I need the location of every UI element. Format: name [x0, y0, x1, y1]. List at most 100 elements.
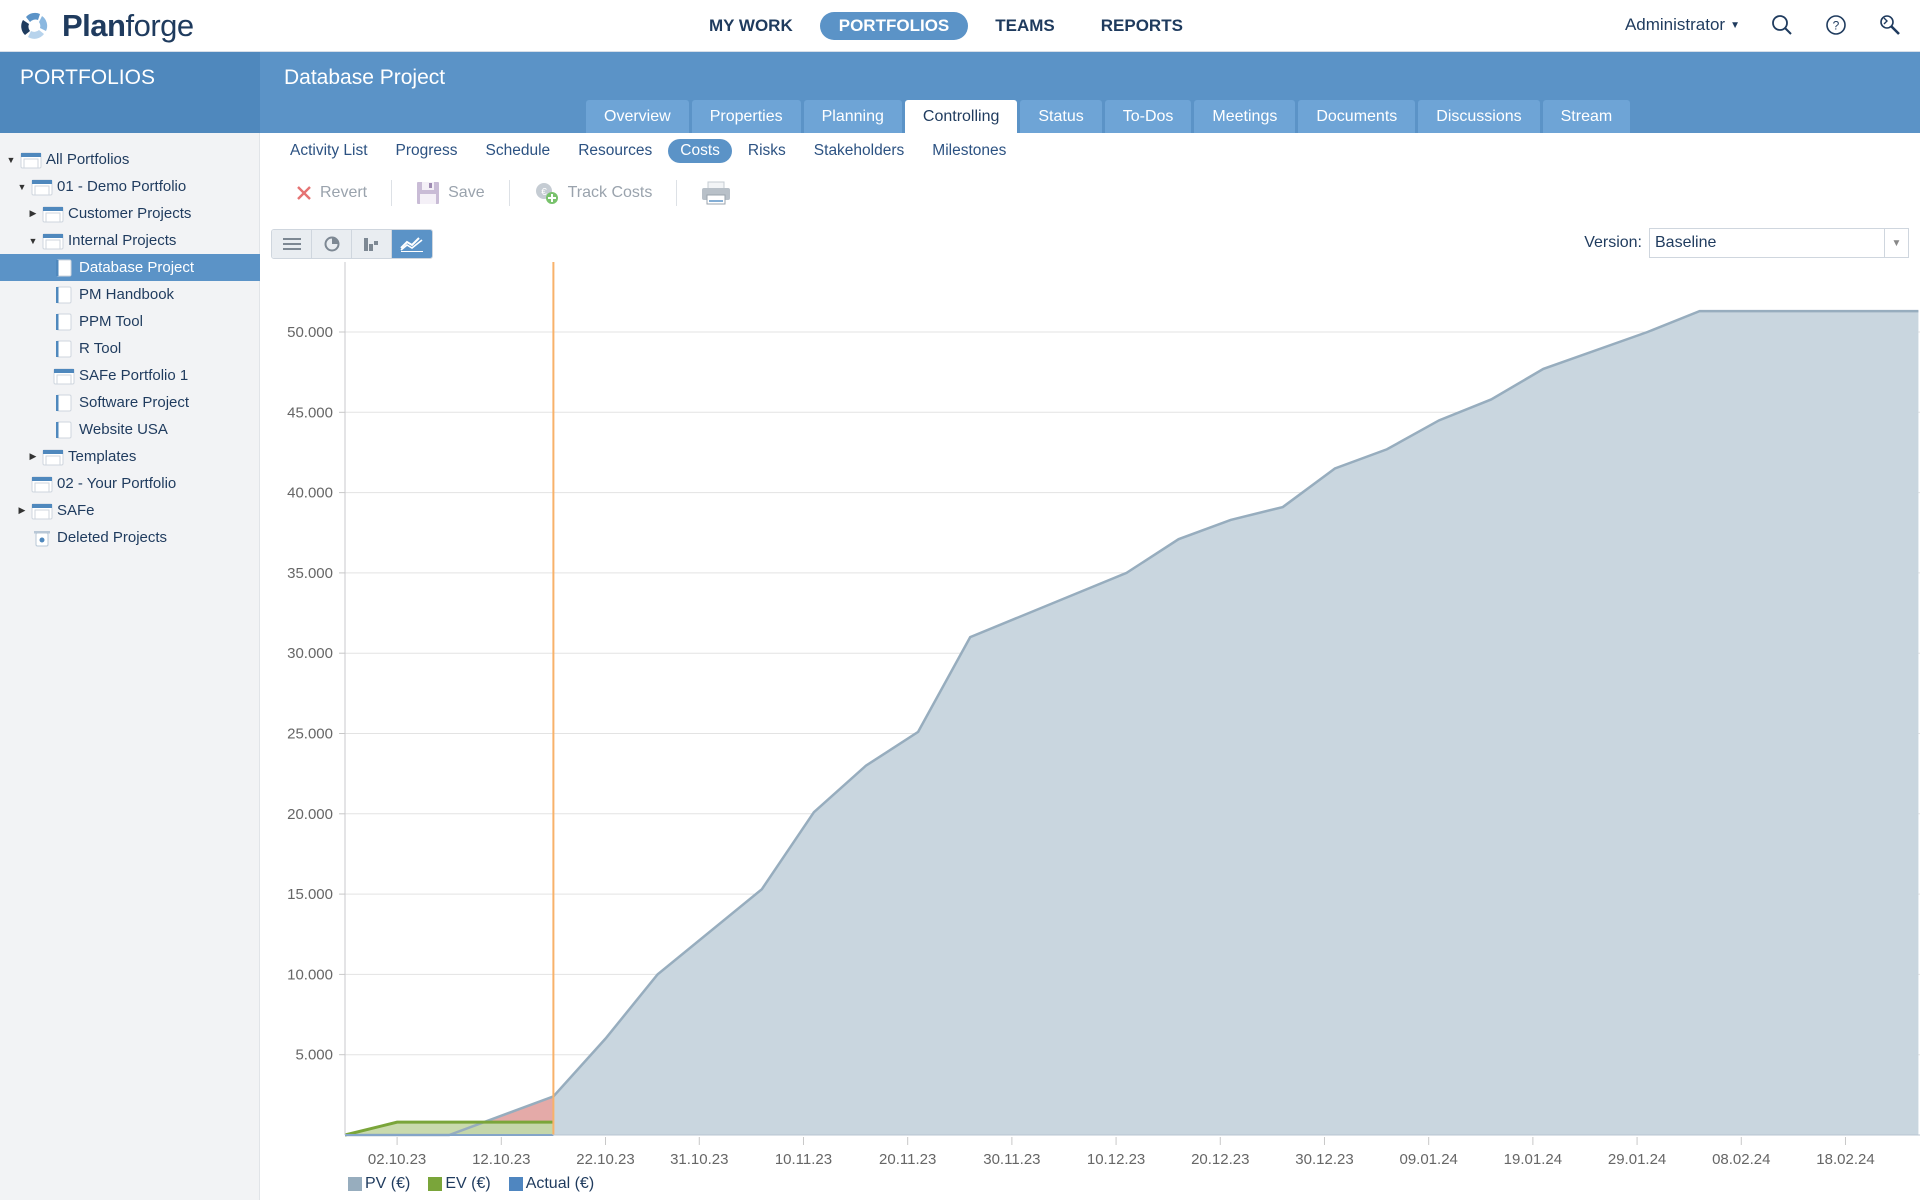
planforge-logo-icon	[21, 12, 48, 39]
tree-item[interactable]: ▶ SAFe	[0, 497, 260, 524]
x-tick-label: 19.01.24	[1504, 1151, 1562, 1168]
portfolio-icon	[53, 368, 75, 384]
version-value: Baseline	[1655, 234, 1717, 251]
nav-teams[interactable]: TEAMS	[976, 12, 1074, 40]
tree-item[interactable]: Database Project	[0, 254, 260, 281]
tree-item-label: Customer Projects	[68, 205, 192, 222]
tree-item[interactable]: Website USA	[0, 416, 260, 443]
x-tick-label: 29.01.24	[1608, 1151, 1666, 1168]
user-menu[interactable]: Administrator ▼	[1625, 15, 1740, 35]
x-tick-label: 30.12.23	[1295, 1151, 1353, 1168]
collapsed-icon[interactable]: ▶	[17, 505, 27, 516]
controlling-subtabs: Activity List Progress Schedule Resources Co…	[278, 139, 1018, 163]
nav-portfolios[interactable]: PORTFOLIOS	[819, 12, 969, 40]
subtab-schedule[interactable]: Schedule	[474, 139, 563, 163]
list-view-button[interactable]	[272, 230, 312, 258]
caret-down-icon: ▼	[1730, 20, 1740, 32]
project-icon	[56, 340, 72, 357]
tree-item-label: Website USA	[79, 421, 168, 438]
save-label: Save	[448, 184, 485, 201]
x-tick-label: 09.01.24	[1399, 1151, 1457, 1168]
tab-stream[interactable]: Stream	[1542, 100, 1631, 133]
tree-item[interactable]: Software Project	[0, 389, 260, 416]
tree-item[interactable]: ▼ 01 - Demo Portfolio	[0, 173, 260, 200]
pv-area	[345, 311, 1919, 1135]
tab-controlling[interactable]: Controlling	[904, 100, 1018, 133]
project-icon	[56, 286, 72, 303]
tab-properties[interactable]: Properties	[691, 100, 801, 133]
tree-item[interactable]: PPM Tool	[0, 308, 260, 335]
subtab-stakeholders[interactable]: Stakeholders	[802, 139, 916, 163]
tab-planning[interactable]: Planning	[803, 100, 902, 133]
portfolio-icon	[42, 449, 64, 465]
tab-meetings[interactable]: Meetings	[1194, 100, 1296, 133]
tree-item-label: SAFe	[57, 502, 95, 519]
toolbar-divider	[391, 180, 393, 206]
collapsed-icon[interactable]: ▶	[28, 208, 38, 219]
portfolio-icon	[42, 233, 64, 249]
wrench-search-icon[interactable]	[1878, 13, 1902, 37]
tree-item-label: Internal Projects	[68, 232, 177, 249]
version-select[interactable]: Baseline ▼	[1649, 228, 1909, 258]
nav-my-work[interactable]: MY WORK	[690, 12, 812, 40]
expanded-icon[interactable]: ▼	[28, 236, 38, 246]
pie-view-button[interactable]	[312, 230, 352, 258]
track-costs-button[interactable]: € Track Costs	[522, 181, 665, 205]
subtab-progress[interactable]: Progress	[384, 139, 470, 163]
subtab-activity-list[interactable]: Activity List	[278, 139, 380, 163]
portfolio-icon	[20, 152, 42, 168]
nav-reports[interactable]: REPORTS	[1082, 12, 1202, 40]
tab-status[interactable]: Status	[1020, 100, 1102, 133]
tree-item[interactable]: ▶ Templates	[0, 443, 260, 470]
project-header: Database Project Overview Properties Plann…	[260, 52, 1920, 133]
save-button[interactable]: Save	[404, 181, 496, 205]
project-icon	[56, 313, 72, 330]
save-icon	[417, 182, 440, 204]
legend-item[interactable]: EV (€)	[428, 1175, 491, 1193]
tab-overview[interactable]: Overview	[586, 100, 689, 133]
x-tick-label: 30.11.23	[983, 1151, 1040, 1168]
legend-item[interactable]: PV (€)	[348, 1175, 410, 1193]
expanded-icon[interactable]: ▼	[17, 182, 27, 192]
tree-item[interactable]: PM Handbook	[0, 281, 260, 308]
x-tick-label: 02.10.23	[368, 1151, 426, 1168]
search-icon[interactable]	[1770, 13, 1794, 37]
tab-discussions[interactable]: Discussions	[1418, 100, 1540, 133]
print-button[interactable]	[689, 181, 743, 205]
tree-item-label: PPM Tool	[79, 313, 143, 330]
y-tick-label: 15.000	[287, 886, 333, 903]
logo[interactable]: Planforge	[18, 8, 194, 44]
bar-view-button[interactable]	[352, 230, 392, 258]
line-view-button[interactable]	[392, 230, 432, 258]
tree-item-label: R Tool	[79, 340, 122, 357]
tree-item[interactable]: SAFe Portfolio 1	[0, 362, 260, 389]
expanded-icon[interactable]: ▼	[6, 155, 16, 165]
tree-item[interactable]: 02 - Your Portfolio	[0, 470, 260, 497]
svg-text:?: ?	[1833, 19, 1840, 33]
tree-item[interactable]: Deleted Projects	[0, 524, 260, 551]
legend-item[interactable]: Actual (€)	[508, 1175, 594, 1193]
portfolio-icon	[42, 206, 64, 222]
tree-item[interactable]: R Tool	[0, 335, 260, 362]
top-bar: Planforge MY WORK PORTFOLIOS TEAMS REPORTS …	[0, 0, 1920, 52]
subtab-milestones[interactable]: Milestones	[920, 139, 1018, 163]
subtab-resources[interactable]: Resources	[566, 139, 664, 163]
x-tick-label: 08.02.24	[1712, 1151, 1770, 1168]
tree-item[interactable]: ▶ Customer Projects	[0, 200, 260, 227]
x-tick-label: 18.02.24	[1816, 1151, 1874, 1168]
tree-item-label: Software Project	[79, 394, 190, 411]
collapsed-icon[interactable]: ▶	[28, 451, 38, 462]
legend-swatch	[428, 1177, 443, 1191]
y-tick-label: 45.000	[287, 404, 333, 421]
help-icon[interactable]: ?	[1824, 13, 1848, 37]
revert-button[interactable]: Revert	[284, 184, 379, 202]
tab-documents[interactable]: Documents	[1298, 100, 1416, 133]
subtab-risks[interactable]: Risks	[736, 139, 798, 163]
subtab-costs[interactable]: Costs	[668, 139, 732, 163]
x-tick-label: 10.12.23	[1087, 1151, 1145, 1168]
tab-to-dos[interactable]: To-Dos	[1104, 100, 1192, 133]
tree-item[interactable]: ▼ All Portfolios	[0, 146, 260, 173]
x-tick-label: 31.10.23	[670, 1151, 728, 1168]
y-tick-label: 5.000	[295, 1047, 333, 1064]
tree-item[interactable]: ▼ Internal Projects	[0, 227, 260, 254]
